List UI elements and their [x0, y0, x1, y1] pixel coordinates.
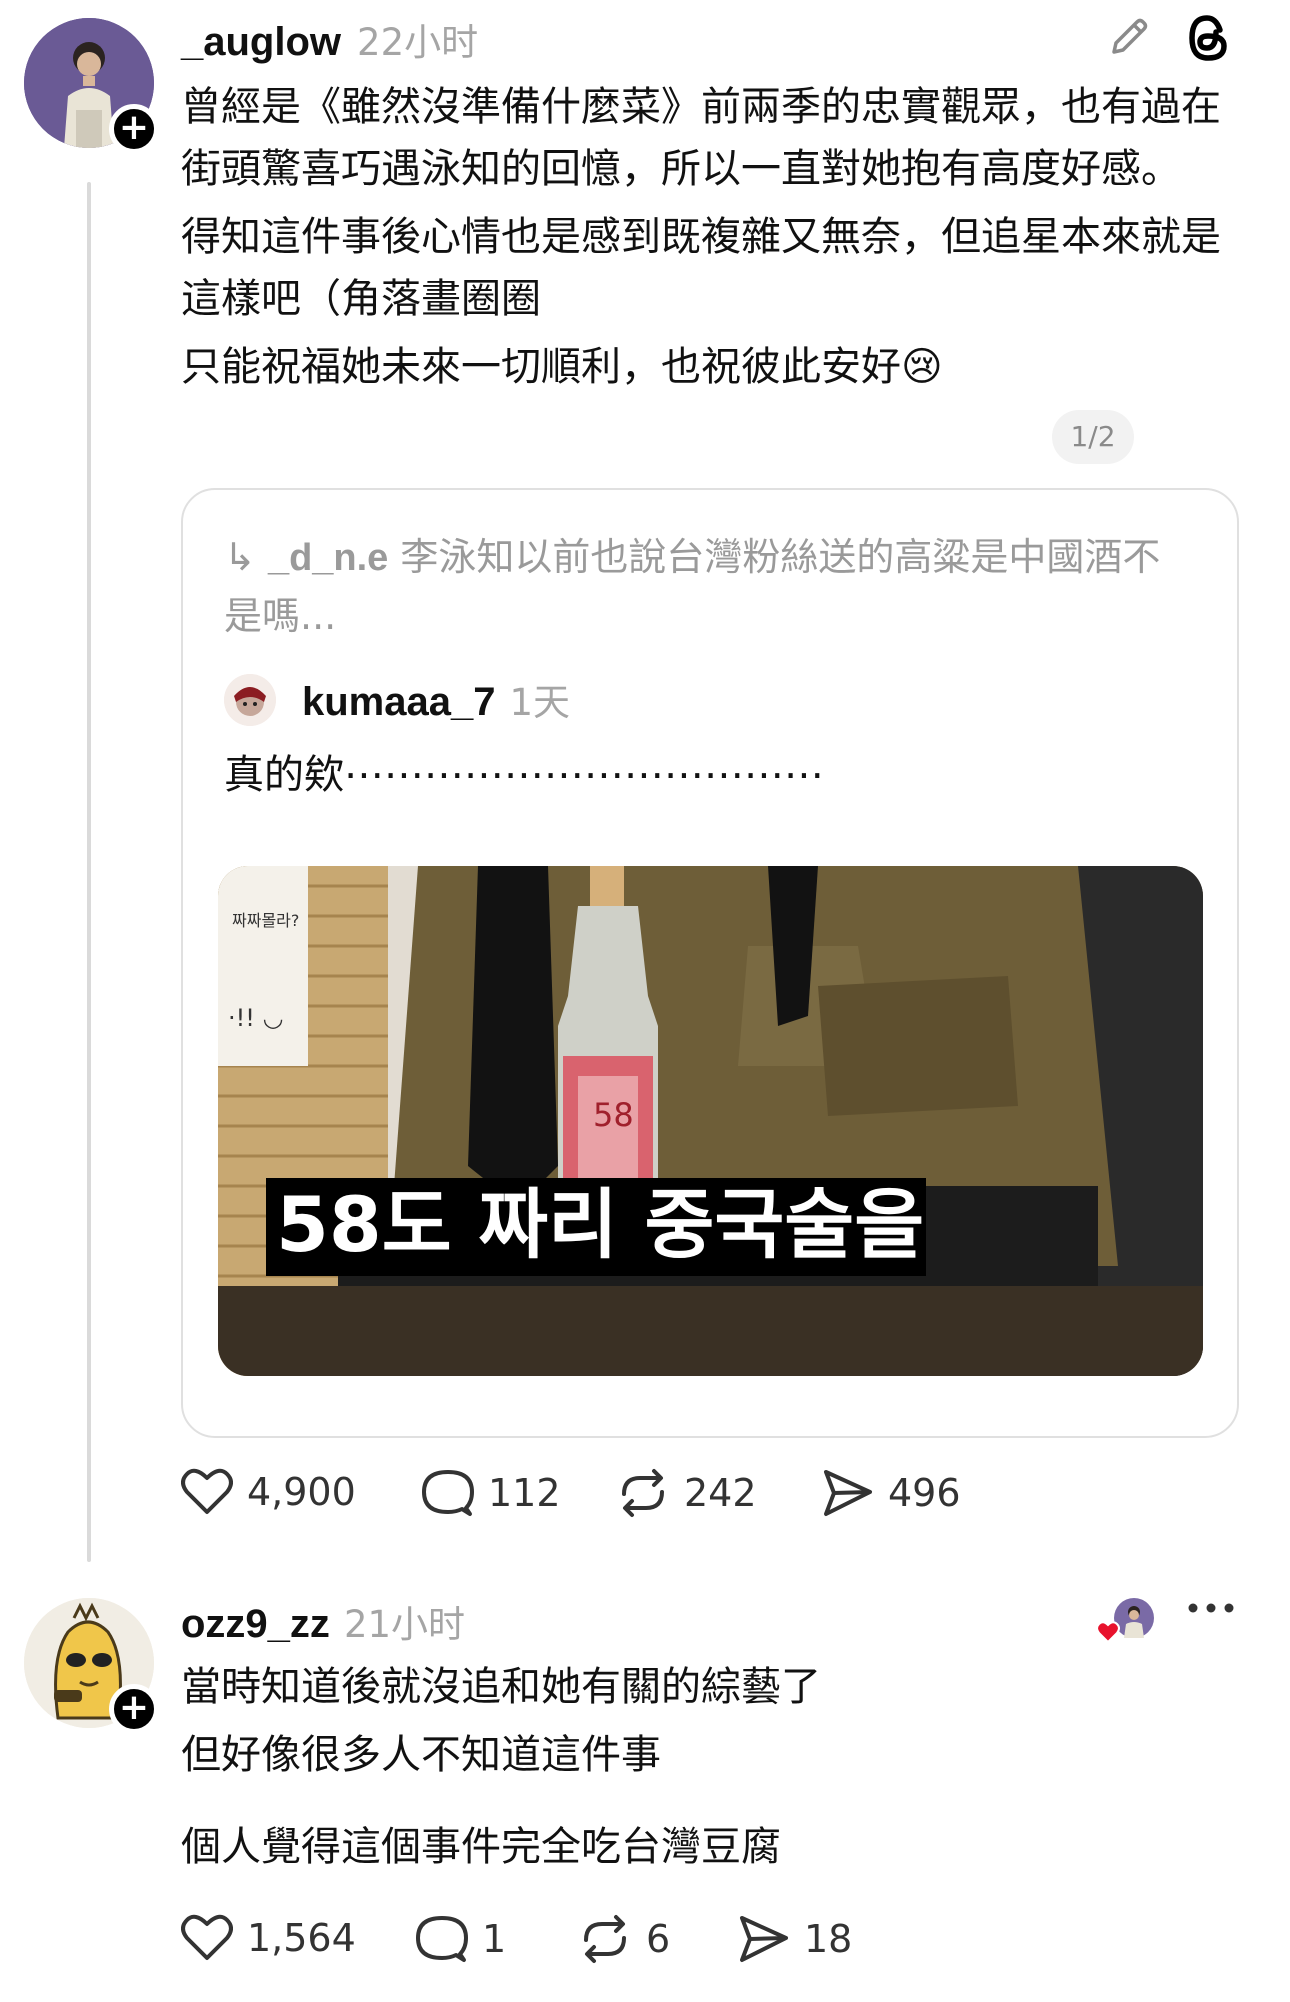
quote-username[interactable]: kumaaa_7 — [302, 680, 495, 725]
post-paragraph-text: 只能祝福她未來一切順利，也祝彼此安好 — [181, 344, 901, 390]
repost-button[interactable]: 6 — [578, 1914, 670, 1964]
comment-button[interactable]: 112 — [422, 1468, 561, 1518]
repost-icon — [584, 1915, 626, 1963]
edit-icon[interactable] — [1106, 14, 1152, 64]
post-line: 但好像很多人不知道這件事 — [181, 1732, 661, 1778]
post-paragraph: 得知這件事後心情也是感到既複雜又無奈，但追星本來就是這樣吧（角落畫圈圈 — [181, 214, 1221, 322]
share-count: 18 — [804, 1917, 853, 1961]
timestamp[interactable]: 21小时 — [344, 1594, 465, 1648]
comment-icon — [416, 1916, 468, 1962]
follow-button[interactable]: + — [109, 104, 159, 154]
username[interactable]: _auglow — [181, 20, 341, 65]
liked-by-author-icon[interactable] — [1096, 1596, 1156, 1646]
post-paragraph: 曾經是《雖然沒準備什麼菜》前兩季的忠實觀眾，也有過在街頭驚喜巧遇泳知的回憶，所以… — [181, 84, 1221, 192]
comment-icon — [422, 1470, 474, 1516]
heart-icon — [181, 1468, 233, 1514]
quote-image[interactable]: 짜짜몰라? ·!! ◡ 58 58도 짜리 중국술을 — [218, 866, 1203, 1376]
quote-avatar[interactable] — [224, 674, 276, 726]
quote-timestamp[interactable]: 1天 — [509, 672, 570, 726]
username[interactable]: ozz9_zz — [181, 1602, 330, 1647]
crying-emoji: 😢 — [901, 344, 943, 390]
reply-context[interactable]: ↳ _d_n.e 李泳知以前也說台灣粉絲送的高粱是中國酒不是嗎... — [224, 528, 1194, 645]
thread-line — [87, 182, 91, 1562]
post-line: 個人覺得這個事件完全吃台灣豆腐 — [181, 1824, 781, 1870]
repost-button[interactable]: 242 — [616, 1468, 757, 1518]
reply-arrow-icon: ↳ — [224, 535, 256, 579]
follow-button[interactable]: + — [109, 1684, 159, 1734]
repost-icon — [622, 1469, 664, 1517]
repost-count: 242 — [684, 1471, 757, 1515]
timestamp[interactable]: 22小时 — [357, 12, 478, 66]
share-icon — [740, 1916, 788, 1962]
share-count: 496 — [888, 1471, 961, 1515]
comment-count: 1 — [482, 1917, 507, 1961]
comment-button[interactable]: 1 — [416, 1914, 506, 1964]
threads-logo-icon[interactable] — [1180, 10, 1236, 70]
share-button[interactable]: 18 — [738, 1914, 852, 1964]
comment-count: 112 — [488, 1471, 561, 1515]
image-caption: 58도 짜리 중국술을 — [276, 1180, 924, 1269]
post-line: 當時知道後就沒追和她有關的綜藝了 — [181, 1664, 821, 1710]
share-icon — [824, 1470, 872, 1516]
bottle-label: 58 — [593, 1096, 634, 1134]
svg-text:·!! ◡: ·!! ◡ — [228, 1004, 283, 1032]
more-icon[interactable] — [1186, 1598, 1236, 1622]
sign-text: 짜짜몰라? — [232, 911, 299, 930]
repost-count: 6 — [646, 1917, 671, 1961]
page-indicator[interactable]: 1/2 — [1052, 410, 1134, 464]
reply-to-handle[interactable]: _d_n.e — [268, 537, 388, 579]
like-count: 1,564 — [247, 1916, 356, 1960]
like-button[interactable]: 4,900 — [181, 1468, 356, 1516]
post-paragraph: 只能祝福她未來一切順利，也祝彼此安好😢 — [181, 336, 1241, 398]
share-button[interactable]: 496 — [822, 1468, 961, 1518]
quote-text: 真的欸⋯⋯⋯⋯⋯⋯⋯⋯⋯⋯⋯⋯ — [224, 752, 824, 798]
like-count: 4,900 — [247, 1470, 356, 1514]
like-button[interactable]: 1,564 — [181, 1914, 356, 1962]
heart-icon — [181, 1914, 233, 1960]
